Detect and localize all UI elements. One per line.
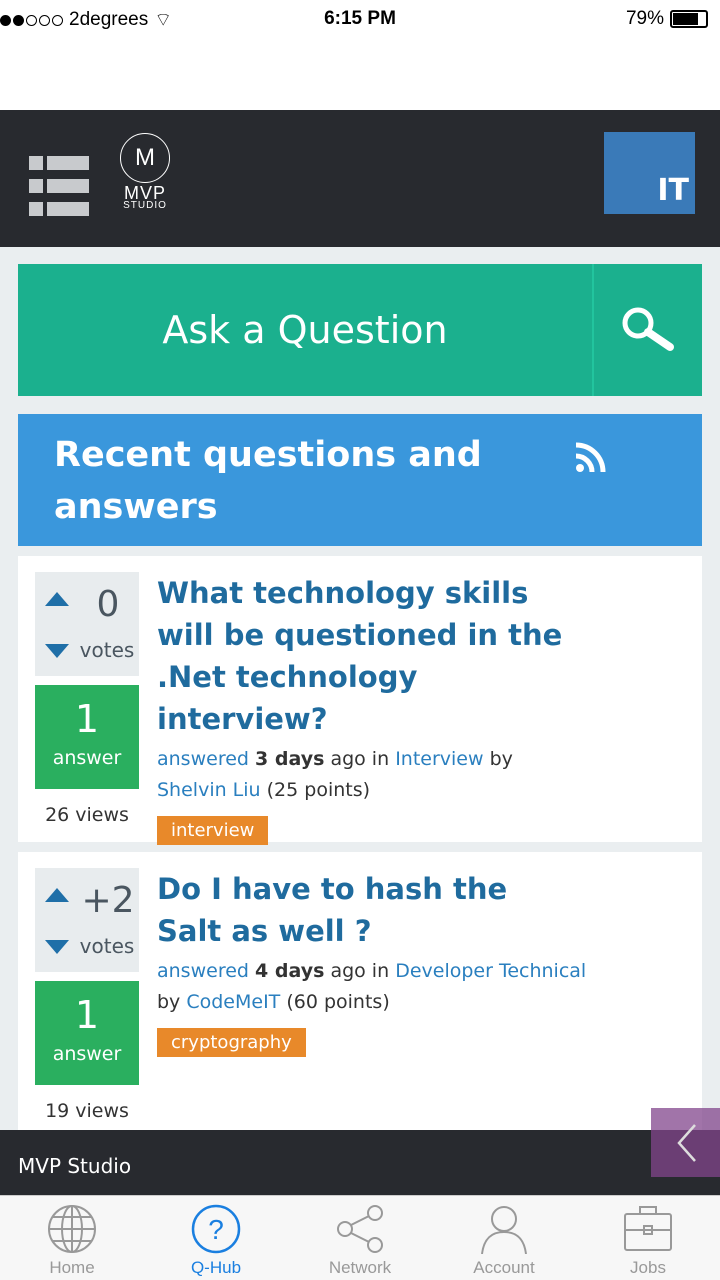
footer: MVP Studio bbox=[0, 1130, 720, 1195]
question-item[interactable]: +2 votes 1 answer 19 views Do I have to ha… bbox=[18, 852, 702, 1130]
footer-title: MVP Studio bbox=[18, 1154, 132, 1178]
ask-bar: Ask a Question bbox=[18, 264, 702, 396]
view-count: 19 views bbox=[45, 1100, 129, 1122]
tag[interactable]: interview bbox=[157, 816, 269, 845]
mvp-studio-logo[interactable]: M MVP STUDIO bbox=[118, 133, 172, 211]
question-meta: answered 4 days ago in Developer Technic… bbox=[157, 960, 587, 1013]
upvote-icon[interactable] bbox=[45, 592, 69, 606]
search-button[interactable] bbox=[592, 264, 702, 396]
upvote-icon[interactable] bbox=[45, 888, 69, 902]
question-meta: answered 3 days ago in Interview by Shel… bbox=[157, 748, 513, 801]
vote-box: +2 votes bbox=[35, 868, 139, 972]
search-icon bbox=[622, 307, 674, 351]
menu-icon[interactable] bbox=[29, 156, 89, 216]
question-title[interactable]: What technology skills will be questione… bbox=[157, 572, 587, 740]
tab-jobs[interactable]: Jobs bbox=[576, 1196, 720, 1280]
question-icon: ? bbox=[191, 1204, 241, 1254]
time: 6:15 PM bbox=[324, 8, 396, 29]
chevron-left-icon bbox=[676, 1123, 696, 1162]
answer-count: 1 answer bbox=[35, 685, 139, 789]
briefcase-icon bbox=[624, 1206, 672, 1251]
tab-bar: Home ? Q-Hub Network Account Jobs bbox=[0, 1195, 720, 1280]
vote-box: 0 votes bbox=[35, 572, 139, 676]
question-title[interactable]: Do I have to hash the Salt as well ? bbox=[157, 868, 557, 952]
person-icon bbox=[481, 1206, 527, 1254]
status-bar: 2degrees ⌔ 6:15 PM 79% bbox=[0, 0, 720, 110]
battery-percent: 79% bbox=[625, 8, 664, 29]
question-item[interactable]: 0 votes 1 answer 26 views What technology … bbox=[18, 556, 702, 845]
slide-out-button[interactable] bbox=[651, 1108, 720, 1177]
tab-home[interactable]: Home bbox=[0, 1196, 144, 1280]
view-count: 26 views bbox=[45, 804, 129, 826]
downvote-icon[interactable] bbox=[45, 644, 69, 658]
tab-network[interactable]: Network bbox=[288, 1196, 432, 1280]
tag[interactable]: cryptography bbox=[157, 1028, 306, 1057]
answer-count: 1 answer bbox=[35, 981, 139, 1085]
downvote-icon[interactable] bbox=[45, 940, 69, 954]
battery-icon bbox=[670, 10, 708, 28]
rss-icon[interactable] bbox=[574, 442, 606, 474]
section-banner: Recent questions and answers bbox=[18, 414, 702, 546]
share-icon bbox=[337, 1205, 383, 1253]
svg-text:?: ? bbox=[208, 1214, 224, 1245]
app-header: M MVP STUDIO IT bbox=[0, 110, 720, 247]
ask-question-button[interactable]: Ask a Question bbox=[18, 264, 592, 396]
tab-q-hub[interactable]: ? Q-Hub bbox=[144, 1196, 288, 1280]
avatar[interactable]: IT bbox=[604, 132, 695, 214]
section-title: Recent questions and answers bbox=[54, 435, 482, 527]
globe-icon bbox=[48, 1205, 96, 1253]
tab-account[interactable]: Account bbox=[432, 1196, 576, 1280]
